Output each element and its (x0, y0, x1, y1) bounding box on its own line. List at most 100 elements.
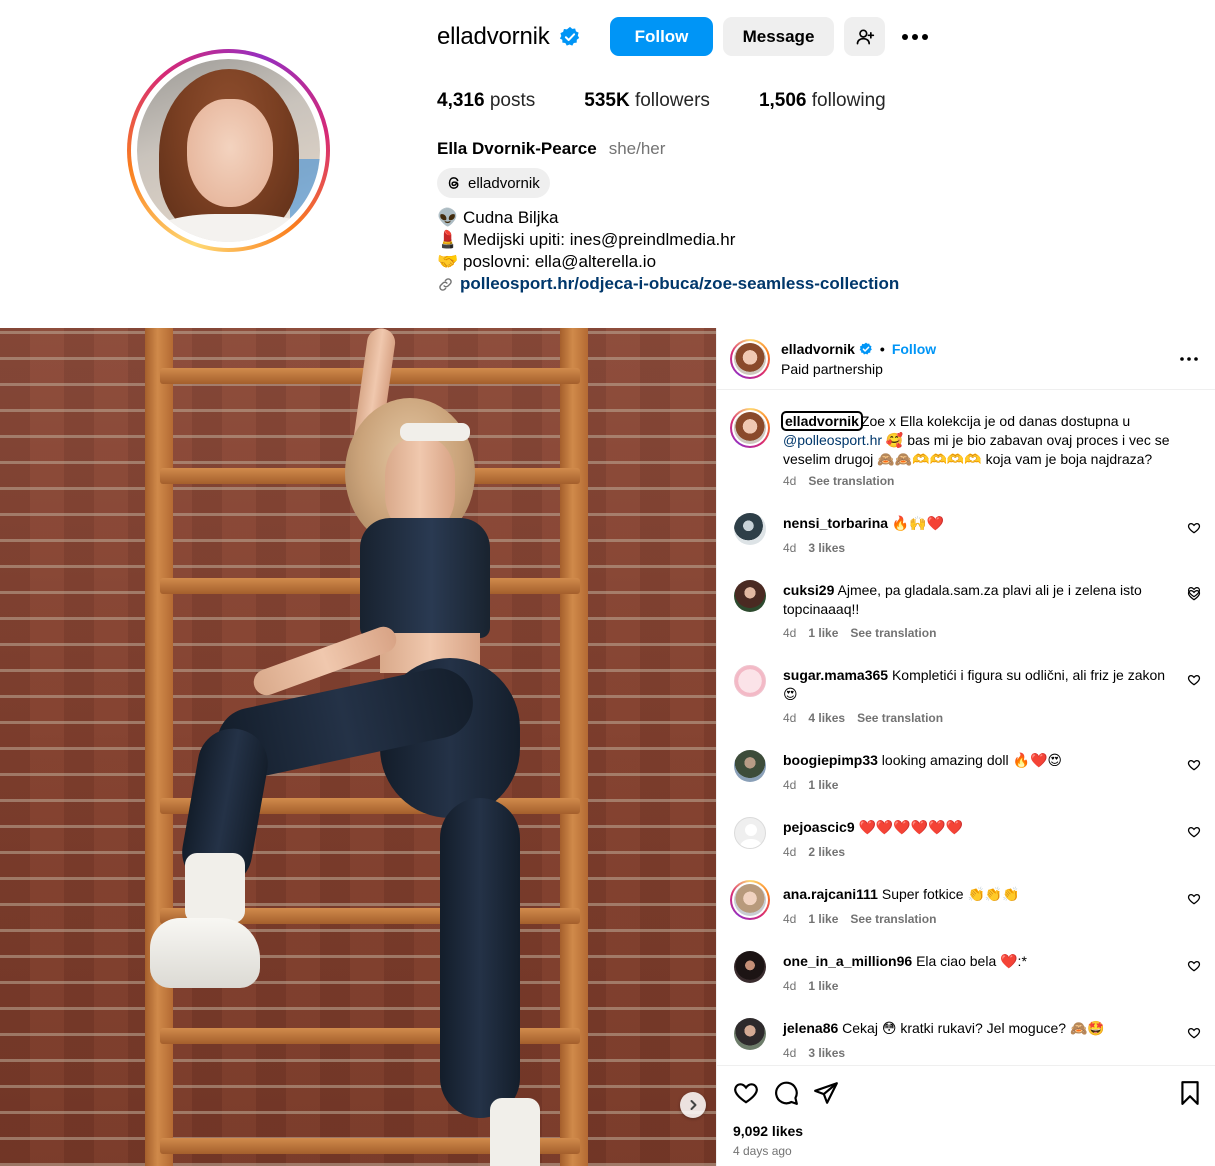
threads-handle: elladvornik (468, 174, 540, 192)
comment-meta: 4d 1 like See translation (783, 626, 937, 640)
commenter-avatar[interactable] (734, 750, 766, 782)
comment-meta: 4d 2 likes (783, 845, 846, 859)
follow-button[interactable]: Follow (610, 17, 713, 56)
commenter-avatar[interactable] (734, 665, 766, 697)
see-translation-link[interactable]: See translation (808, 474, 894, 488)
see-translation-link[interactable]: See translation (857, 711, 943, 725)
comment-like-heart-icon[interactable] (1187, 758, 1201, 772)
comment-like-heart-icon[interactable] (1187, 825, 1201, 839)
post-author-username[interactable]: elladvornik (781, 341, 855, 357)
commenter-username[interactable]: nensi_torbarina (783, 515, 888, 531)
profile-avatar-story-ring[interactable] (127, 49, 330, 252)
see-translation-link[interactable]: See translation (850, 626, 936, 640)
comment-like-heart-icon[interactable] (1187, 892, 1201, 906)
comment-like-heart-icon[interactable] (1187, 959, 1201, 973)
post-header: elladvornik • Follow Paid partnership (717, 328, 1215, 390)
stat-following[interactable]: 1,506 following (759, 90, 886, 114)
caption-mention[interactable]: @polleosport.hr (783, 432, 882, 448)
post-follow-link[interactable]: Follow (892, 341, 936, 357)
stat-followers[interactable]: 535K followers (584, 90, 710, 114)
comment-text: one_in_a_million96 Ela ciao bela ❤️:* (783, 953, 1027, 969)
post-photo[interactable] (0, 328, 716, 1166)
comment-likes[interactable]: 4 likes (808, 711, 845, 725)
comment-like-heart-icon[interactable] (1187, 1026, 1201, 1040)
profile-header: elladvornik Follow Message 4,316 posts 5… (0, 0, 1215, 328)
message-button[interactable]: Message (723, 17, 834, 56)
bio-line: 🤝 poslovni: ella@alterella.io (437, 252, 657, 271)
comment-likes[interactable]: 2 likes (808, 845, 845, 859)
post-author-row: elladvornik • Follow (781, 341, 936, 357)
suggested-accounts-button[interactable] (844, 17, 885, 56)
bio-line: 💄 Medijski upiti: ines@preindlmedia.hr (437, 230, 736, 249)
commenter-username[interactable]: sugar.mama365 (783, 667, 888, 683)
commenter-username[interactable]: ana.rajcani111 (783, 886, 878, 902)
commenter-avatar[interactable] (734, 580, 766, 612)
paid-partnership-label[interactable]: Paid partnership (781, 361, 883, 377)
caption-author-avatar[interactable] (730, 408, 770, 448)
post-more-options-button[interactable] (1177, 349, 1201, 369)
comment-like-heart-icon[interactable] (1187, 588, 1201, 602)
profile-stats: 4,316 posts 535K followers 1,506 followi… (437, 90, 935, 114)
lipstick-icon: 💄 (437, 230, 459, 249)
comment-likes[interactable]: 1 like (808, 912, 838, 926)
default-user-icon (739, 824, 763, 848)
commenter-avatar[interactable] (730, 880, 770, 920)
comment-text: boogiepimp33 looking amazing doll 🔥❤️😍 (783, 752, 1062, 768)
verified-badge-icon (559, 26, 579, 46)
more-options-icon (1180, 357, 1198, 361)
commenter-username[interactable]: boogiepimp33 (783, 752, 878, 768)
post-like-count[interactable]: 9,092 likes (733, 1123, 803, 1139)
profile-bio: 👽 Cudna Biljka 💄 Medijski upiti: ines@pr… (437, 207, 899, 295)
comment-meta: 4d 1 like See translation (783, 912, 937, 926)
comment-likes[interactable]: 1 like (808, 626, 838, 640)
profile-name-row: Ella Dvornik-Pearce she/her (437, 139, 665, 159)
handshake-icon: 🤝 (437, 252, 459, 271)
comment-text: cuksi29 Ajmee, pa gladala.sam.za plavi a… (783, 582, 1142, 617)
profile-avatar (137, 59, 320, 242)
commenter-username[interactable]: pejoascic9 (783, 819, 855, 835)
separator-dot: • (879, 341, 885, 357)
commenter-avatar[interactable] (734, 513, 766, 545)
comment-likes[interactable]: 3 likes (808, 1046, 845, 1060)
verified-badge-icon (847, 414, 861, 428)
comment-meta: 4d 3 likes (783, 541, 846, 555)
threads-icon (448, 177, 459, 189)
more-options-icon (902, 34, 928, 40)
comment-like-heart-icon[interactable] (1187, 521, 1201, 535)
comment-text: jelena86 Cekaj 😳 kratki rukavi? Jel mogu… (783, 1020, 1105, 1036)
bio-line: 👽 Cudna Biljka (437, 208, 559, 227)
share-send-icon[interactable] (813, 1080, 839, 1106)
commenter-avatar-default[interactable] (734, 817, 766, 849)
comment-text: pejoascic9 ❤️❤️❤️❤️❤️❤️ (783, 819, 964, 835)
see-translation-link[interactable]: See translation (850, 912, 936, 926)
commenter-avatar[interactable] (734, 1018, 766, 1050)
commenter-avatar[interactable] (734, 951, 766, 983)
comment-like-heart-icon[interactable] (1187, 391, 1201, 404)
add-user-icon (856, 28, 874, 45)
comment-bubble-icon[interactable] (773, 1080, 799, 1106)
bio-external-link[interactable]: polleosport.hr/odjeca-i-obuca/zoe-seamle… (437, 273, 899, 295)
carousel-next-button[interactable] (680, 1092, 706, 1118)
comment-likes[interactable]: 3 likes (808, 541, 845, 555)
save-bookmark-icon[interactable] (1177, 1080, 1203, 1106)
comment-text: sugar.mama365 Kompletići i figura su odl… (783, 667, 1166, 702)
comments-list[interactable]: elladvornik Zoe x Ella kolekcija je od da… (717, 391, 1215, 1064)
like-heart-icon[interactable] (733, 1080, 759, 1106)
threads-link-chip[interactable]: elladvornik (437, 168, 550, 198)
commenter-username[interactable]: jelena86 (783, 1020, 838, 1036)
comment-likes[interactable]: 1 like (808, 979, 838, 993)
profile-username-row: elladvornik (437, 17, 581, 57)
comment-like-heart-icon[interactable] (1187, 673, 1201, 687)
post-side-panel: elladvornik • Follow Paid partnership el… (716, 328, 1215, 1166)
comment-likes[interactable]: 1 like (808, 778, 838, 792)
stat-posts: 4,316 posts (437, 90, 536, 111)
post-author-avatar[interactable] (730, 339, 770, 379)
profile-more-options-button[interactable] (898, 20, 932, 54)
post-timestamp[interactable]: 4 days ago (733, 1144, 792, 1158)
comment-meta: 4d 1 like (783, 778, 839, 792)
comment-text: ana.rajcani111 Super fotkice 👏👏👏 (783, 886, 1020, 902)
post-actions-bar: 9,092 likes 4 days ago (717, 1065, 1215, 1166)
commenter-username[interactable]: cuksi29 (783, 582, 834, 598)
commenter-username[interactable]: one_in_a_million96 (783, 953, 912, 969)
caption-meta: 4d See translation (783, 474, 895, 488)
